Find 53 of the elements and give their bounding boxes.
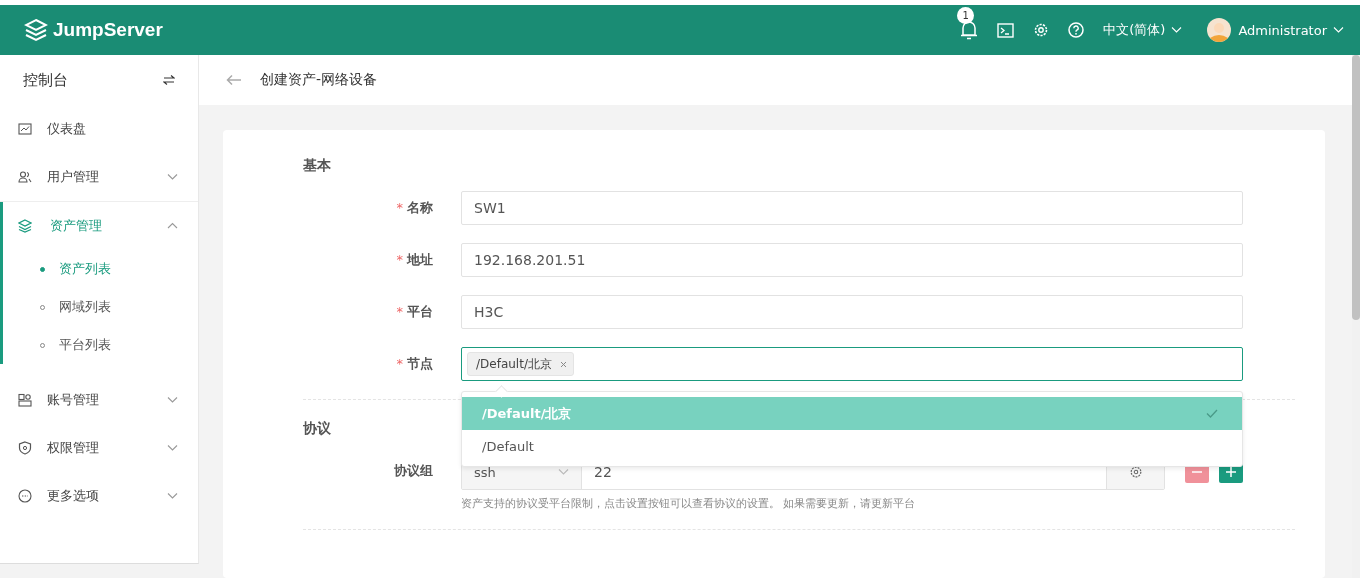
menu-item[interactable]: 账号管理 xyxy=(0,376,198,424)
settings-icon[interactable] xyxy=(1033,22,1050,38)
layers-icon xyxy=(18,219,32,233)
minus-icon xyxy=(1192,471,1202,473)
menu-item[interactable]: 权限管理 xyxy=(0,424,198,472)
chevron-icon xyxy=(1333,26,1344,34)
text-field[interactable]: SW1 xyxy=(461,191,1243,225)
id-card-icon xyxy=(18,393,32,407)
submenu-item[interactable]: 资产列表 xyxy=(3,250,198,288)
menu-item[interactable]: 仪表盘 xyxy=(0,105,198,153)
close-icon[interactable] xyxy=(559,360,567,368)
bell-icon[interactable] xyxy=(960,20,979,40)
tag-chip: /Default/北京 xyxy=(467,352,574,376)
users-icon xyxy=(18,170,32,184)
submenu-item[interactable]: 平台列表 xyxy=(3,326,198,364)
scrollbar-thumb[interactable] xyxy=(1352,55,1360,320)
chevron-icon xyxy=(167,222,178,230)
chart-icon xyxy=(18,122,32,136)
more-icon xyxy=(18,489,32,503)
field-label: * 地址 xyxy=(395,251,434,269)
tag-select-field[interactable]: /Default/北京 xyxy=(461,347,1243,381)
field-label: * 平台 xyxy=(395,303,434,321)
chevron-icon xyxy=(1171,26,1183,34)
menu-item[interactable]: 更多选项 xyxy=(0,472,198,520)
check-icon xyxy=(1206,409,1218,418)
text-field[interactable]: H3C xyxy=(461,295,1243,329)
switch-icon[interactable] xyxy=(163,75,175,85)
field-label: 协议组 xyxy=(393,462,434,480)
chevron-icon xyxy=(167,444,178,452)
language-dropdown[interactable]: 中文(简体) xyxy=(1103,21,1183,39)
chevron-icon xyxy=(167,173,178,181)
terminal-icon[interactable] xyxy=(997,22,1015,38)
field-label: * 节点 xyxy=(395,355,434,373)
field-label: * 名称 xyxy=(395,199,434,217)
avatar-icon xyxy=(1207,18,1232,42)
chevron-icon xyxy=(167,492,178,500)
shield-icon xyxy=(18,441,32,455)
back-arrow-icon[interactable] xyxy=(226,74,242,86)
page-title: 创建资产-网络设备 xyxy=(260,71,378,89)
logo-icon xyxy=(24,18,48,42)
menu-item[interactable]: 资产管理 xyxy=(3,202,198,250)
submenu-item[interactable]: 网域列表 xyxy=(3,288,198,326)
sidebar-title: 控制台 xyxy=(23,70,68,90)
section-title: 协议 xyxy=(303,420,332,438)
help-text: 资产支持的协议受平台限制，点击设置按钮可以查看协议的设置。 如果需要更新，请更新平台 xyxy=(461,496,917,511)
help-icon[interactable] xyxy=(1068,22,1085,38)
text-field[interactable]: 192.168.201.51 xyxy=(461,243,1243,277)
section-title: 基本 xyxy=(303,157,332,175)
logo-text: JumpServer xyxy=(53,19,163,41)
menu-item[interactable]: 用户管理 xyxy=(0,153,198,201)
chevron-icon xyxy=(167,396,178,404)
user-menu[interactable]: Administrator xyxy=(1238,22,1344,38)
notification-badge: 1 xyxy=(957,7,975,24)
